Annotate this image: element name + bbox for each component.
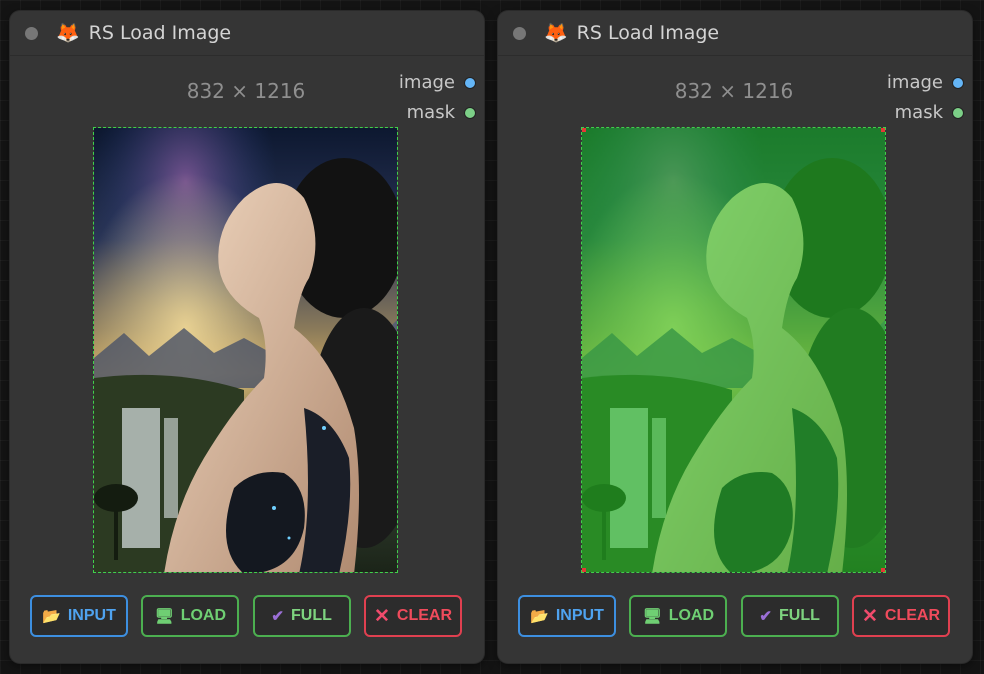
clear-button-label: CLEAR (884, 607, 940, 624)
mask-corner-marker (881, 128, 885, 132)
input-button[interactable]: 📂 INPUT (518, 595, 616, 637)
collapse-toggle[interactable] (25, 26, 38, 40)
folder-icon: 📂 (42, 607, 61, 625)
input-button-label: INPUT (555, 607, 604, 624)
output-mask-port[interactable] (464, 106, 476, 119)
full-button[interactable]: ✔ FULL (740, 595, 839, 637)
painting-image (94, 128, 397, 572)
output-mask-label: mask (894, 102, 943, 123)
full-button-label: FULL (291, 607, 332, 624)
fox-icon: 🦊 (544, 21, 568, 44)
monitor-icon: 🖥 (642, 607, 662, 625)
mask-corner-marker (582, 568, 586, 572)
mask-overlay (582, 128, 885, 572)
x-icon: ✕ (373, 605, 390, 627)
output-image[interactable]: image (399, 72, 476, 93)
output-mask[interactable]: mask (895, 102, 964, 123)
clear-button[interactable]: ✕ CLEAR (851, 595, 950, 637)
button-bar: 📂 INPUT 🖥 LOAD ✔ FULL ✕ CLEAR (30, 595, 462, 637)
x-icon: ✕ (861, 605, 878, 627)
load-button[interactable]: 🖥 LOAD (141, 595, 240, 637)
image-preview-masked[interactable] (581, 127, 886, 573)
rs-load-image-node-2[interactable]: 🦊 RS Load Image 832 × 1216 image mask 📂 … (498, 11, 972, 663)
fox-icon: 🦊 (56, 21, 80, 44)
output-image-port[interactable] (464, 76, 476, 89)
clear-button[interactable]: ✕ CLEAR (363, 595, 462, 637)
monitor-icon: 🖥 (154, 607, 174, 625)
node-title: RS Load Image (88, 22, 232, 44)
node-header[interactable]: 🦊 RS Load Image (498, 11, 972, 56)
output-mask-port[interactable] (952, 106, 964, 119)
input-button[interactable]: 📂 INPUT (30, 595, 128, 637)
output-image-label: image (886, 72, 943, 93)
rs-load-image-node-1[interactable]: 🦊 RS Load Image 832 × 1216 image mask 📂 … (10, 11, 484, 663)
node-header[interactable]: 🦊 RS Load Image (10, 11, 484, 56)
collapse-toggle[interactable] (513, 26, 526, 40)
output-image-port[interactable] (952, 76, 964, 89)
node-title: RS Load Image (576, 22, 720, 44)
folder-icon: 📂 (530, 607, 549, 625)
input-button-label: INPUT (67, 607, 116, 624)
load-button-label: LOAD (668, 607, 715, 624)
check-icon: ✔ (271, 607, 284, 625)
full-button-label: FULL (779, 607, 820, 624)
image-preview[interactable] (93, 127, 398, 573)
clear-button-label: CLEAR (396, 607, 452, 624)
output-mask[interactable]: mask (407, 102, 476, 123)
load-button[interactable]: 🖥 LOAD (629, 595, 728, 637)
check-icon: ✔ (759, 607, 772, 625)
button-bar: 📂 INPUT 🖥 LOAD ✔ FULL ✕ CLEAR (518, 595, 950, 637)
full-button[interactable]: ✔ FULL (252, 595, 351, 637)
load-button-label: LOAD (180, 607, 227, 624)
output-image-label: image (398, 72, 455, 93)
mask-corner-marker (881, 568, 885, 572)
mask-corner-marker (582, 128, 586, 132)
output-image[interactable]: image (887, 72, 964, 93)
output-mask-label: mask (406, 102, 455, 123)
